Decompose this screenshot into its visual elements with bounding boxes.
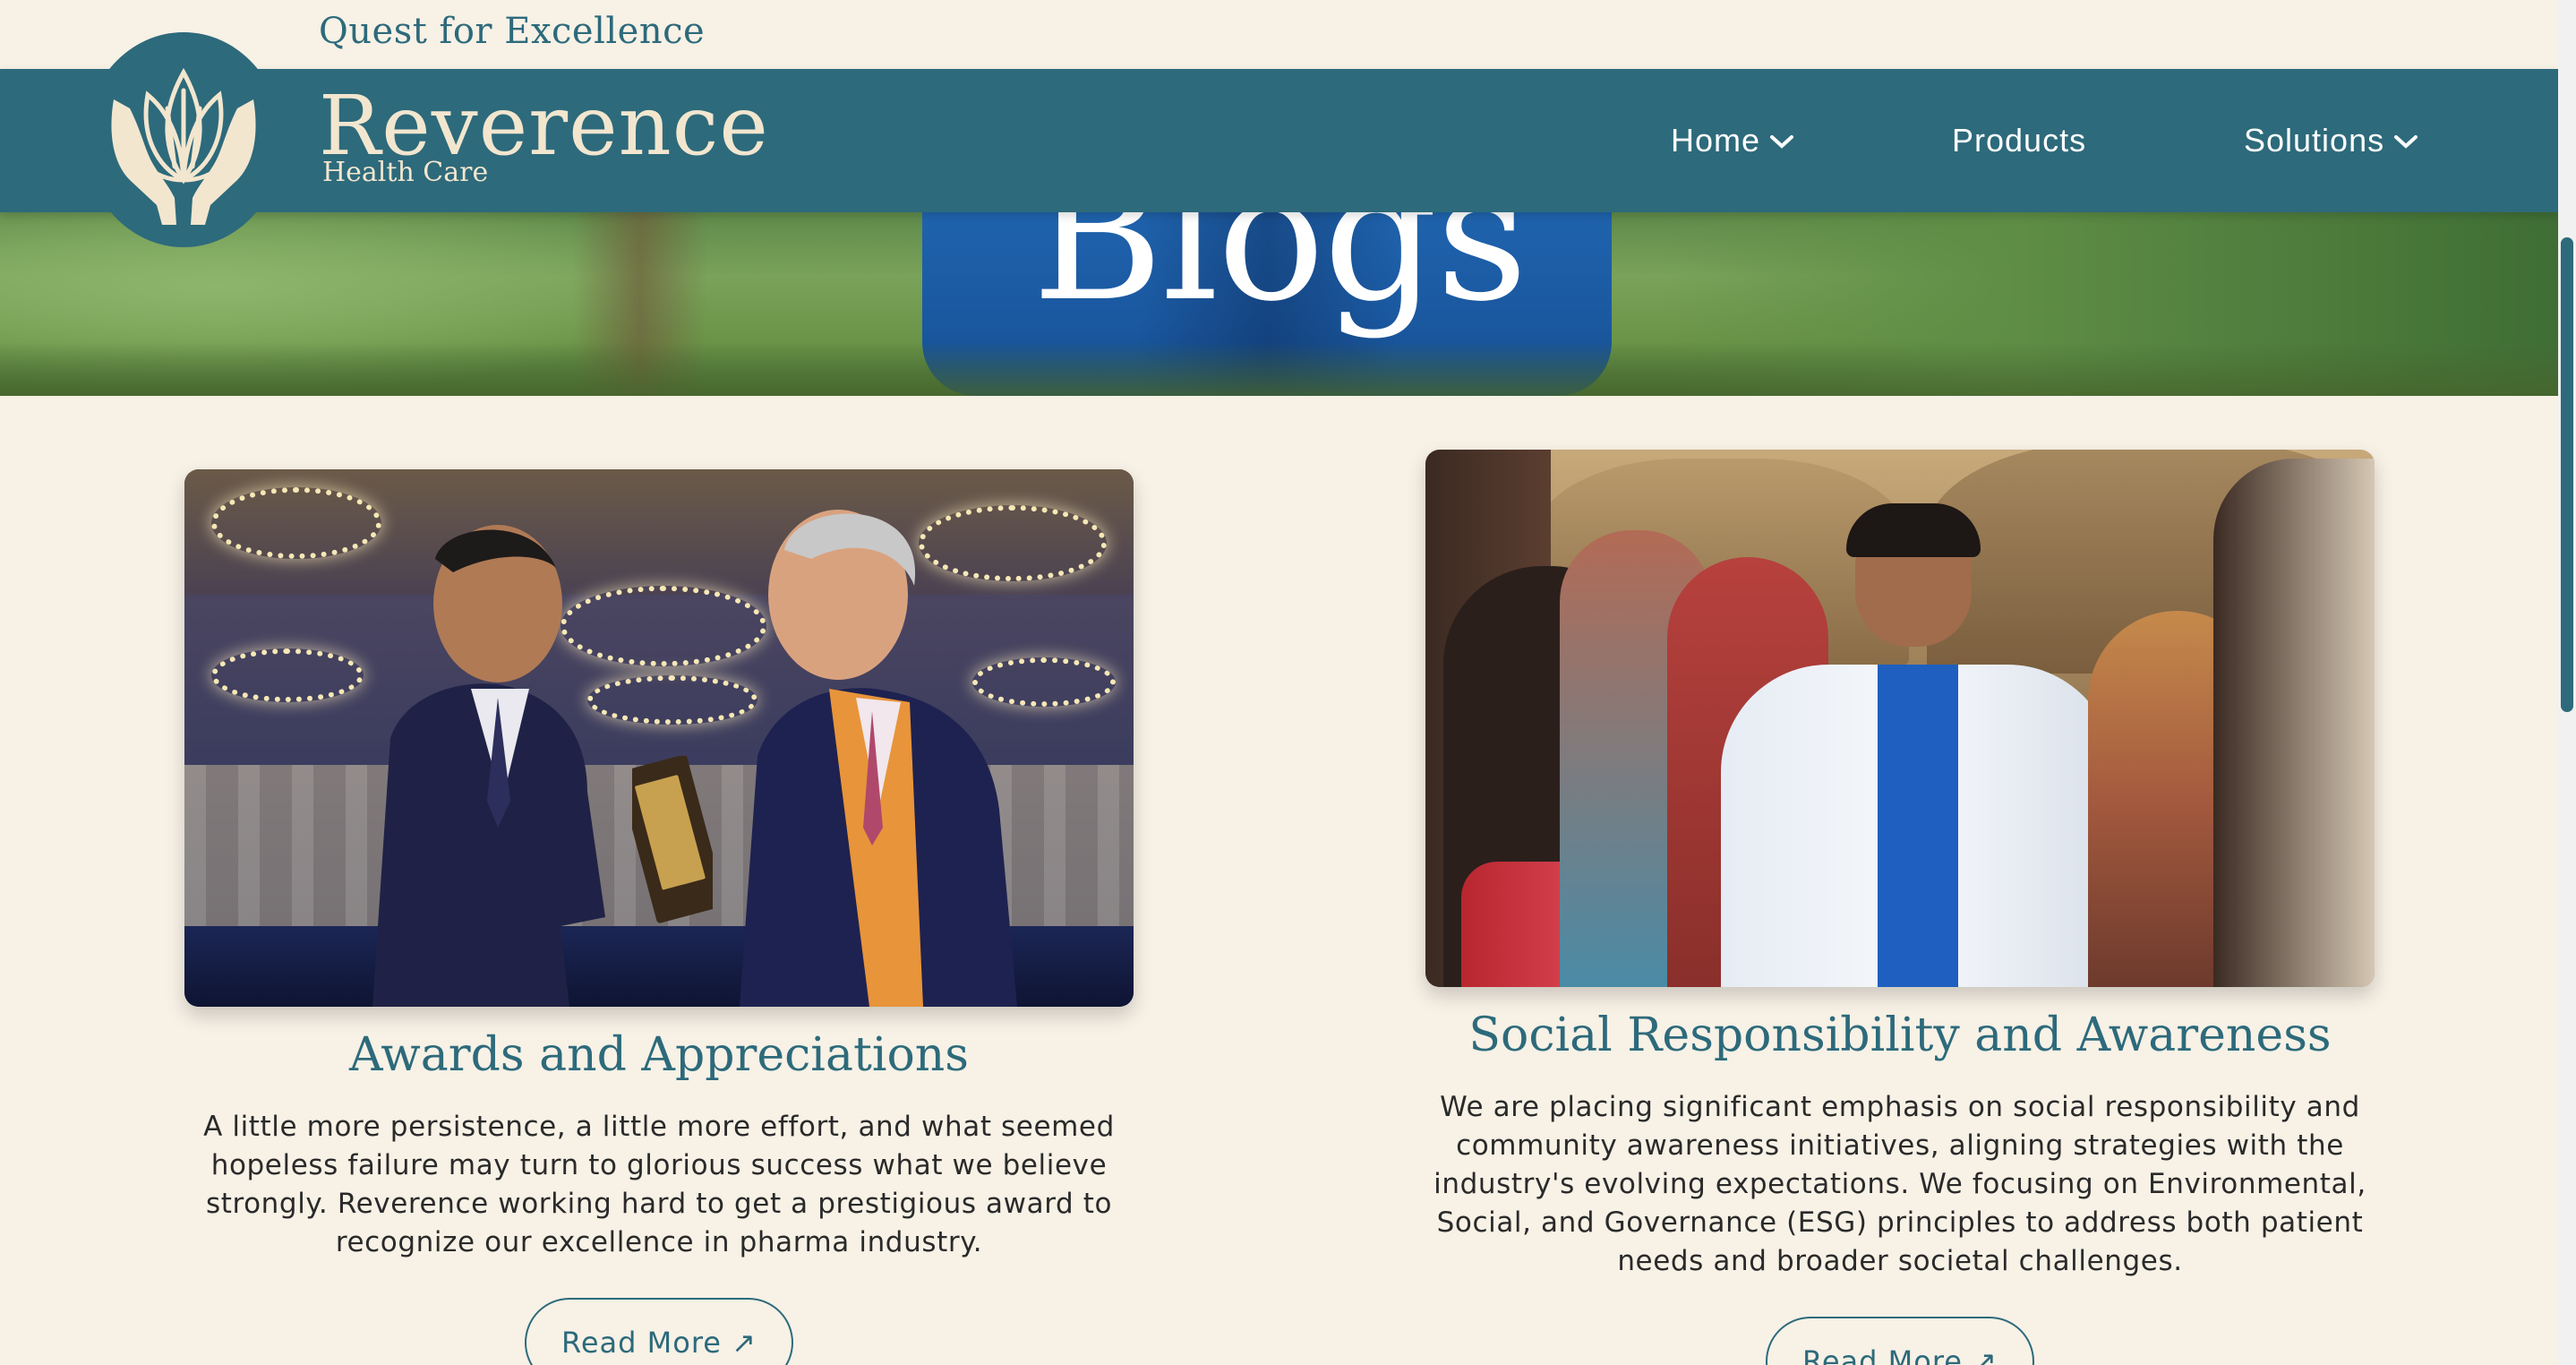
awards-blog-title[interactable]: Awards and Appreciations [184,1028,1134,1082]
page-scrollbar[interactable] [2558,0,2576,1365]
nav-solutions[interactable]: Solutions [2244,69,2418,212]
social-blog-body: We are placing significant emphasis on s… [1433,1091,2366,1277]
site-tagline: Quest for Excellence [319,11,706,52]
nav-home-label: Home [1671,122,1761,159]
social-blog-image[interactable] [1425,450,2375,987]
brand[interactable]: Reverence Health Care [319,83,769,189]
award-plaque [632,756,713,923]
nav-products-label: Products [1952,122,2087,159]
chevron-down-icon [1770,135,1794,149]
nav-solutions-label: Solutions [2244,122,2385,159]
chevron-down-icon [2394,135,2418,149]
nav-home[interactable]: Home [1671,69,1794,212]
awards-blog-image[interactable] [184,469,1134,1007]
logo[interactable] [85,32,282,247]
nav-products[interactable]: Products [1952,69,2086,212]
social-read-more-button[interactable]: Read More ↗ [1766,1317,2034,1365]
lotus-hands-logo-icon [111,67,256,225]
awards-read-more-button[interactable]: Read More ↗ [525,1298,793,1365]
scrollbar-thumb[interactable] [2561,237,2573,712]
awards-blog-body: A little more persistence, a little more… [203,1111,1115,1258]
social-blog-title[interactable]: Social Responsibility and Awareness [1425,1009,2375,1062]
